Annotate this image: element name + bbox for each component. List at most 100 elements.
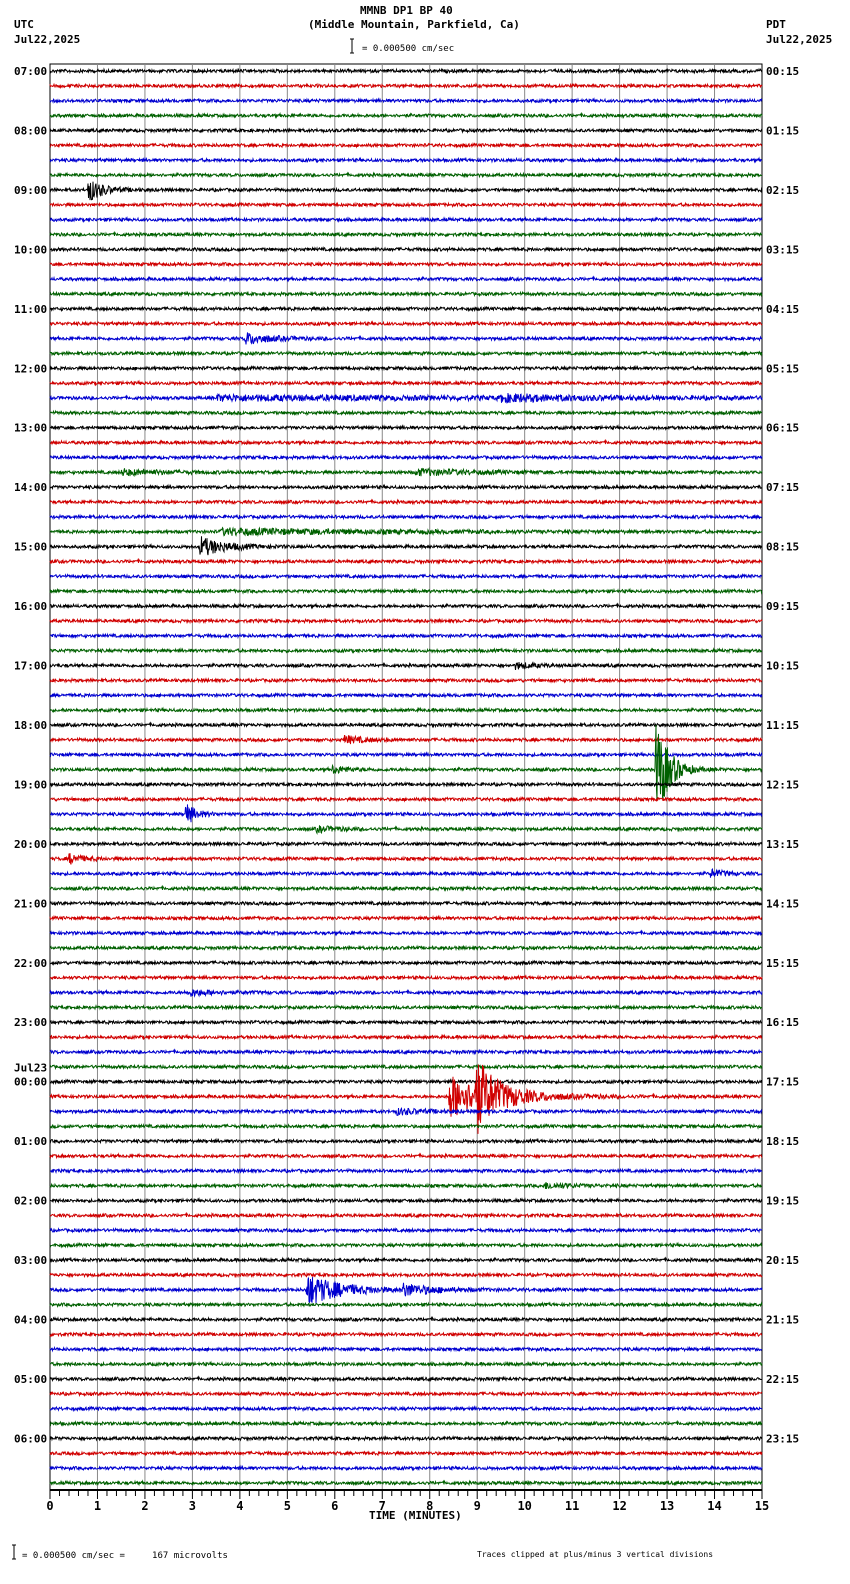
x-tick-label: 13 xyxy=(660,1499,674,1513)
right-timezone: PDT xyxy=(766,18,786,31)
clip-note: Traces clipped at plus/minus 3 vertical … xyxy=(477,1550,714,1559)
seismic-trace xyxy=(49,1345,763,1353)
pdt-hour-label: 16:15 xyxy=(766,1016,799,1029)
utc-hour-label: 20:00 xyxy=(14,838,47,851)
seismic-trace xyxy=(49,647,763,655)
seismic-trace xyxy=(49,536,763,556)
seismic-trace xyxy=(49,988,763,998)
seismic-trace xyxy=(49,617,763,625)
seismic-trace xyxy=(49,825,763,835)
seismic-trace xyxy=(49,1107,763,1116)
seismic-trace xyxy=(50,1167,763,1175)
utc-hour-label: 18:00 xyxy=(14,719,47,732)
station-location: (Middle Mountain, Parkfield, Ca) xyxy=(308,18,520,31)
seismic-trace xyxy=(49,156,763,164)
seismic-trace xyxy=(49,929,763,937)
seismic-trace xyxy=(49,364,763,372)
seismic-trace xyxy=(49,67,763,75)
scale-bar-icon xyxy=(350,38,354,54)
left-date: Jul22,2025 xyxy=(14,33,81,46)
seismic-trace xyxy=(49,1315,763,1323)
right-date: Jul22,2025 xyxy=(766,33,833,46)
seismic-trace xyxy=(49,1419,763,1427)
seismic-trace xyxy=(49,438,763,446)
footer-scale-bar-icon xyxy=(12,1544,16,1560)
utc-hour-label: 13:00 xyxy=(14,422,47,435)
seismic-trace xyxy=(49,1033,763,1041)
seismic-trace xyxy=(49,1063,763,1071)
seismic-trace xyxy=(49,706,763,714)
pdt-hour-label: 06:15 xyxy=(766,422,799,435)
seismic-trace xyxy=(49,1122,763,1130)
utc-hour-label: 10:00 xyxy=(14,243,47,256)
pdt-hour-label: 02:15 xyxy=(766,184,799,197)
seismic-trace xyxy=(49,1479,763,1487)
utc-hour-label: 14:00 xyxy=(14,481,47,494)
seismic-trace xyxy=(49,632,763,640)
pdt-hour-label: 15:15 xyxy=(766,957,799,970)
seismic-trace xyxy=(49,126,763,134)
seismic-trace xyxy=(49,867,763,878)
pdt-hour-label: 10:15 xyxy=(766,660,799,673)
pdt-hour-label: 19:15 xyxy=(766,1195,799,1208)
seismic-trace xyxy=(49,1181,763,1190)
seismic-trace xyxy=(49,1018,763,1026)
seismic-trace xyxy=(49,1277,763,1304)
seismic-trace xyxy=(49,602,763,610)
seismic-trace xyxy=(49,349,763,357)
pdt-hour-label: 05:15 xyxy=(766,362,799,375)
x-tick-label: 9 xyxy=(474,1499,481,1513)
seismic-trace xyxy=(49,97,763,105)
x-tick-label: 10 xyxy=(517,1499,531,1513)
seismic-trace xyxy=(49,721,763,729)
utc-hour-label: 15:00 xyxy=(14,541,47,554)
x-tick-label: 1 xyxy=(94,1499,101,1513)
x-tick-label: 11 xyxy=(565,1499,579,1513)
x-tick-label: 2 xyxy=(141,1499,148,1513)
chart-title: MMNB DP1 BP 40 xyxy=(360,4,453,17)
utc-hour-label: 03:00 xyxy=(14,1254,47,1267)
seismic-trace xyxy=(49,201,763,209)
utc-hour-label: 07:00 xyxy=(14,65,47,78)
seismic-trace xyxy=(49,1301,763,1309)
utc-hour-label: 12:00 xyxy=(14,362,47,375)
seismic-trace xyxy=(49,676,763,684)
seismic-trace xyxy=(49,111,763,119)
date-change-label: Jul23 xyxy=(14,1062,47,1075)
utc-hour-label: 06:00 xyxy=(14,1432,47,1445)
utc-hour-label: 11:00 xyxy=(14,303,47,316)
seismic-trace xyxy=(49,454,763,461)
x-tick-label: 0 xyxy=(46,1499,53,1513)
seismic-trace xyxy=(49,275,763,283)
seismic-trace xyxy=(49,392,763,404)
utc-hour-label: 16:00 xyxy=(14,600,47,613)
seismic-trace xyxy=(49,1271,763,1279)
utc-hour-label: 02:00 xyxy=(14,1195,47,1208)
seismic-trace xyxy=(49,171,762,179)
pdt-hour-label: 17:15 xyxy=(766,1076,799,1089)
seismic-trace xyxy=(49,181,763,201)
utc-hour-label: 08:00 xyxy=(14,124,47,137)
pdt-hour-label: 20:15 xyxy=(766,1254,799,1267)
utc-hour-label: 22:00 xyxy=(14,957,47,970)
seismic-trace xyxy=(49,1405,763,1413)
utc-hour-label: 01:00 xyxy=(14,1135,47,1148)
utc-hour-label: 09:00 xyxy=(14,184,47,197)
seismic-trace xyxy=(49,215,763,224)
seismic-trace xyxy=(49,1064,763,1134)
seismic-trace xyxy=(49,142,762,149)
utc-hour-label: 17:00 xyxy=(14,660,47,673)
seismic-trace xyxy=(49,1464,763,1472)
x-tick-label: 3 xyxy=(189,1499,196,1513)
x-tick-label: 14 xyxy=(707,1499,721,1513)
seismic-trace xyxy=(49,1137,763,1145)
pdt-hour-label: 21:15 xyxy=(766,1314,799,1327)
pdt-hour-label: 04:15 xyxy=(766,303,799,316)
helicorder-plot: 0 1 2 3 4 5 6 7 8 9 10 11 12 13 14 1507:0008:0009:0010:… xyxy=(12,38,799,1560)
utc-hour-label: 23:00 xyxy=(14,1016,47,1029)
seismic-trace xyxy=(49,526,763,537)
x-tick-label: 12 xyxy=(612,1499,626,1513)
utc-hour-label: 05:00 xyxy=(14,1373,47,1386)
seismic-trace xyxy=(49,1375,763,1383)
seismic-trace xyxy=(49,661,763,671)
